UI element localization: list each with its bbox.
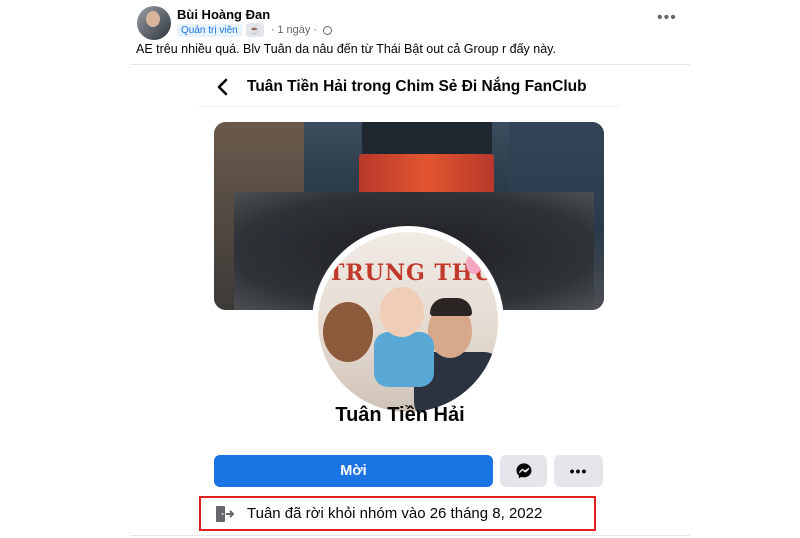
cover-stage-banner <box>359 154 494 194</box>
leave-notice: Tuân đã rời khỏi nhóm vào 26 tháng 8, 20… <box>199 496 596 531</box>
pp-baby-body <box>374 332 434 387</box>
pp-baby-face <box>380 287 424 337</box>
pp-plate <box>323 302 373 362</box>
profile-picture[interactable]: TRUNG THU <box>312 226 504 418</box>
leave-notice-text: Tuân đã rời khỏi nhóm vào 26 tháng 8, 20… <box>247 505 543 522</box>
post-more-options-button[interactable]: ••• <box>657 9 677 27</box>
invite-button[interactable]: Mời <box>214 455 493 487</box>
messenger-button[interactable] <box>500 455 547 487</box>
pp-balloon <box>466 254 482 274</box>
globe-icon <box>323 25 333 35</box>
admin-badge: Quản trị viên <box>177 23 242 37</box>
meta-separator: · <box>270 24 275 36</box>
pp-man-hair <box>430 298 472 316</box>
profile-name[interactable]: Tuân Tiền Hải <box>0 404 800 427</box>
profile-picture-image: TRUNG THU <box>318 232 498 412</box>
author-avatar[interactable] <box>137 6 171 40</box>
chevron-left-icon[interactable] <box>216 77 230 97</box>
divider <box>130 64 690 65</box>
meta-separator-2: · <box>313 24 318 36</box>
bottom-divider <box>130 535 690 536</box>
coffee-cup-badge-icon: ☕ <box>245 23 264 37</box>
author-name[interactable]: Bùi Hoàng Đan <box>177 7 270 22</box>
post-text: AE trêu nhiều quá. Blv Tuân da nâu đến t… <box>136 42 556 56</box>
post-meta: Quản trị viên ☕ · 1 ngày · <box>177 23 333 37</box>
group-title: Tuân Tiền Hải trong Chim Sẻ Đi Nắng FanC… <box>247 78 587 95</box>
group-header: Tuân Tiền Hải trong Chim Sẻ Đi Nắng FanC… <box>199 70 619 107</box>
profile-more-button[interactable]: ••• <box>554 455 603 487</box>
post-time[interactable]: 1 ngày <box>277 24 310 36</box>
exit-door-icon <box>216 505 235 522</box>
cover-stage-top <box>362 122 492 154</box>
messenger-icon <box>516 463 531 479</box>
post-header: Bùi Hoàng Đan Quản trị viên ☕ · 1 ngày · <box>137 6 697 40</box>
